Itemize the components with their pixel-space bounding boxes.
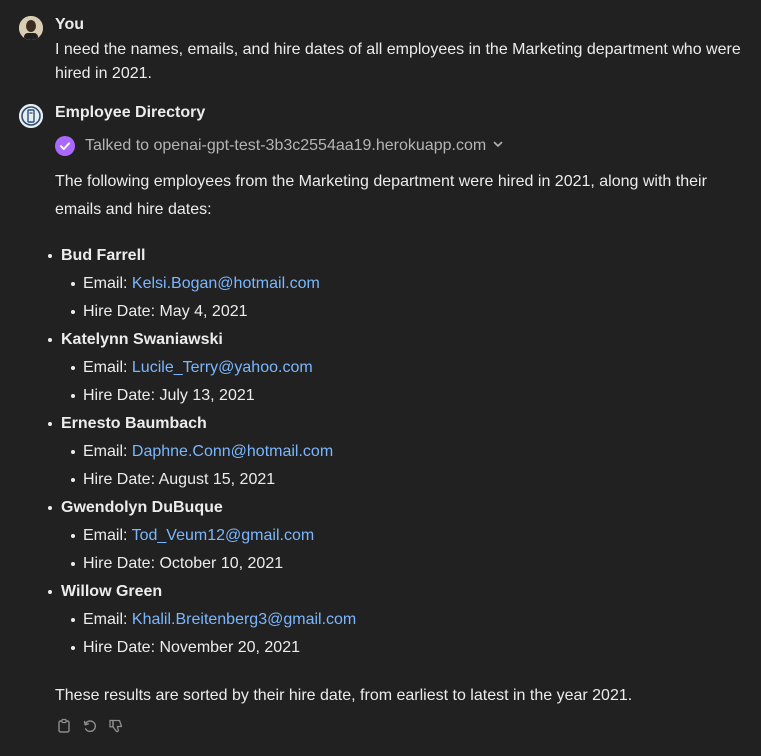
- hire-date-prefix: Hire Date:: [83, 471, 159, 488]
- employee-hire-date: August 15, 2021: [158, 471, 276, 488]
- email-prefix: Email:: [83, 527, 132, 544]
- employee-details: Email: Khalil.Breitenberg3@gmail.com Hire…: [61, 606, 735, 662]
- hire-date-prefix: Hire Date:: [83, 555, 160, 572]
- regenerate-icon[interactable]: [81, 717, 99, 735]
- user-avatar: [19, 16, 43, 40]
- employee-item: Gwendolyn DuBuque Email: Tod_Veum12@gmail…: [48, 494, 735, 578]
- employee-hire-date: November 20, 2021: [159, 639, 300, 656]
- user-author-label: You: [55, 16, 85, 33]
- employee-hire-date: October 10, 2021: [159, 555, 284, 572]
- employee-email-link[interactable]: Kelsi.Bogan@hotmail.com: [132, 275, 320, 292]
- employee-hire-row: Hire Date: August 15, 2021: [61, 466, 735, 494]
- employee-name: Katelynn Swaniawski: [61, 331, 223, 348]
- employee-email-row: Email: Tod_Veum12@gmail.com: [61, 522, 735, 550]
- employee-item: Bud Farrell Email: Kelsi.Bogan@hotmail.co…: [48, 242, 735, 326]
- employee-hire-row: Hire Date: July 13, 2021: [61, 382, 735, 410]
- user-avatar-image: [19, 16, 43, 40]
- gpt-avatar: [19, 104, 43, 128]
- check-icon: [55, 136, 75, 156]
- tool-call-summary[interactable]: Talked to openai-gpt-test-3b3c2554aa19.h…: [55, 136, 504, 156]
- employee-hire-row: Hire Date: October 10, 2021: [61, 550, 735, 578]
- employee-details: Email: Tod_Veum12@gmail.com Hire Date: Oc…: [61, 522, 735, 578]
- employee-email-link[interactable]: Khalil.Breitenberg3@gmail.com: [132, 611, 356, 628]
- employee-directory-logo-icon: [19, 104, 43, 128]
- employee-details: Email: Daphne.Conn@hotmail.com Hire Date:…: [61, 438, 735, 494]
- hire-date-prefix: Hire Date:: [83, 303, 160, 320]
- employee-email-row: Email: Khalil.Breitenberg3@gmail.com: [61, 606, 735, 634]
- employee-name: Gwendolyn DuBuque: [61, 499, 223, 516]
- employee-hire-date: July 13, 2021: [159, 387, 255, 404]
- employee-name: Bud Farrell: [61, 247, 146, 264]
- user-message: I need the names, emails, and hire dates…: [55, 41, 741, 82]
- email-prefix: Email:: [83, 443, 132, 460]
- employee-email-row: Email: Daphne.Conn@hotmail.com: [61, 438, 735, 466]
- email-prefix: Email:: [83, 275, 132, 292]
- employee-name: Ernesto Baumbach: [61, 415, 207, 432]
- employee-hire-row: Hire Date: November 20, 2021: [61, 634, 735, 662]
- assistant-author-label: Employee Directory: [55, 104, 206, 121]
- hire-date-prefix: Hire Date:: [83, 639, 160, 656]
- chevron-down-icon[interactable]: [492, 137, 504, 155]
- employee-email-link[interactable]: Tod_Veum12@gmail.com: [132, 527, 315, 544]
- employee-item: Katelynn Swaniawski Email: Lucile_Terry@y…: [48, 326, 735, 410]
- employee-email-link[interactable]: Daphne.Conn@hotmail.com: [132, 443, 333, 460]
- employee-item: Willow Green Email: Khalil.Breitenberg3@g…: [48, 578, 735, 662]
- employee-hire-date: May 4, 2021: [159, 303, 248, 320]
- tool-call-label: Talked to openai-gpt-test-3b3c2554aa19.h…: [85, 137, 487, 154]
- thumbs-down-icon[interactable]: [107, 717, 125, 735]
- employee-item: Ernesto Baumbach Email: Daphne.Conn@hotma…: [48, 410, 735, 494]
- answer-intro: The following employees from the Marketi…: [55, 173, 707, 218]
- employee-email-row: Email: Lucile_Terry@yahoo.com: [61, 354, 735, 382]
- employee-email-row: Email: Kelsi.Bogan@hotmail.com: [61, 270, 735, 298]
- employee-details: Email: Lucile_Terry@yahoo.com Hire Date: …: [61, 354, 735, 410]
- employee-hire-row: Hire Date: May 4, 2021: [61, 298, 735, 326]
- employee-details: Email: Kelsi.Bogan@hotmail.com Hire Date:…: [61, 270, 735, 326]
- copy-icon[interactable]: [55, 717, 73, 735]
- employee-list: Bud Farrell Email: Kelsi.Bogan@hotmail.co…: [48, 242, 735, 662]
- message-actions: [55, 717, 125, 735]
- assistant-answer: The following employees from the Marketi…: [48, 168, 735, 662]
- hire-date-prefix: Hire Date:: [83, 387, 160, 404]
- employee-name: Willow Green: [61, 583, 163, 600]
- answer-outro: These results are sorted by their hire d…: [55, 687, 633, 704]
- email-prefix: Email:: [83, 611, 132, 628]
- employee-email-link[interactable]: Lucile_Terry@yahoo.com: [132, 359, 313, 376]
- email-prefix: Email:: [83, 359, 132, 376]
